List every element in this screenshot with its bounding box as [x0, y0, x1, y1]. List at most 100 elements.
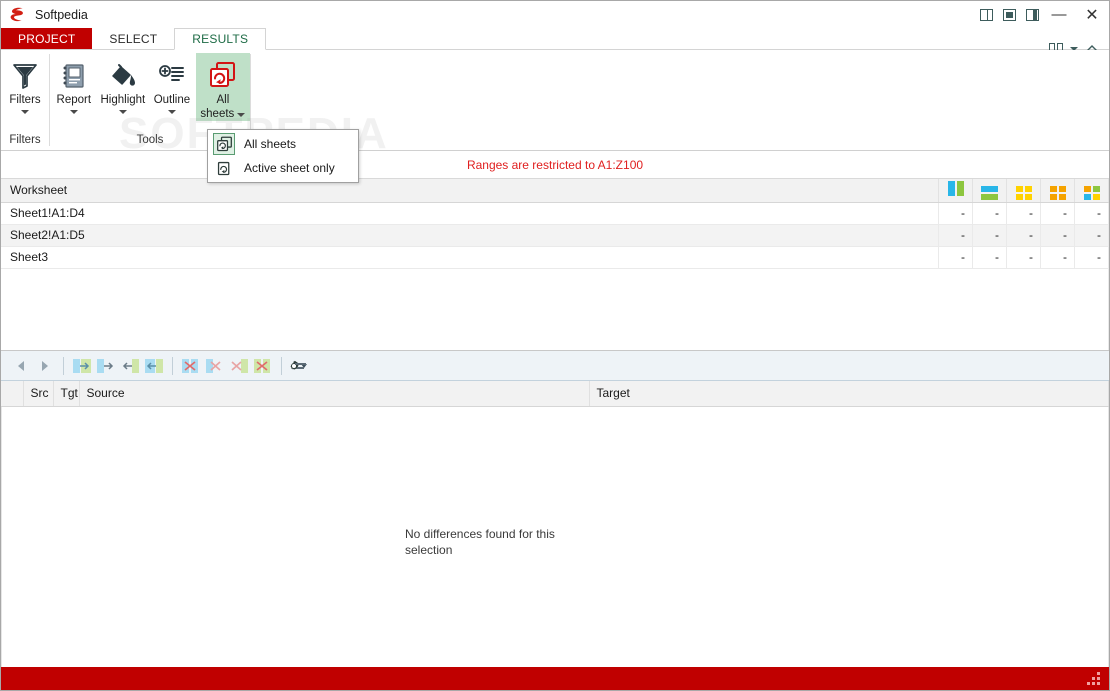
swatch-two-rows-icon [981, 185, 998, 200]
all-sheets-dropdown-menu: All sheets Active sheet only [207, 129, 359, 183]
all-sheets-icon [213, 133, 235, 155]
resize-grip-icon[interactable] [1087, 672, 1100, 685]
cell-value: - [1040, 246, 1075, 269]
column-header-indicator[interactable] [1, 381, 24, 407]
ribbon-button-report[interactable]: Report [50, 53, 98, 114]
chevron-down-icon[interactable] [21, 110, 29, 114]
swatch-grid-orange-icon [1049, 185, 1066, 200]
table-row[interactable]: Sheet3 - - - - - [1, 246, 1109, 269]
copy-to-target-all-button[interactable] [70, 354, 94, 378]
column-header-grid-orange[interactable] [1040, 179, 1075, 203]
swatch-two-bars-icon [947, 181, 964, 197]
column-header-grid-mixed[interactable] [1074, 179, 1109, 203]
cell-value: - [1074, 224, 1109, 247]
chevron-down-icon[interactable] [69, 110, 78, 114]
table-row[interactable]: Sheet1!A1:D4 - - - - - [1, 202, 1109, 225]
differences-panel: Src Tgt Source Target No differences fou… [1, 381, 1109, 667]
ignore-target-all-button[interactable] [179, 354, 203, 378]
menu-item-all-sheets[interactable]: All sheets [208, 132, 358, 156]
cell-worksheet: Sheet3 [1, 246, 939, 269]
ribbon-label-all-sheets-line1: All [216, 94, 230, 106]
nav-next-button[interactable] [33, 354, 57, 378]
nav-previous-button[interactable] [9, 354, 33, 378]
diff-toolbar [1, 351, 1109, 381]
cell-value: - [1074, 202, 1109, 225]
paint-bucket-icon [108, 59, 138, 93]
toolbar-divider [281, 356, 282, 375]
worksheet-table: Worksheet Sheet1!A1:D4 - - - - - Sheet2!… [1, 179, 1109, 269]
tab-select[interactable]: SELECT [92, 28, 174, 49]
ribbon-label-report: Report [56, 94, 92, 106]
cell-value: - [1006, 202, 1041, 225]
worksheet-table-empty-area [1, 268, 1109, 350]
minimize-button[interactable]: — [1047, 1, 1071, 28]
notice-bar: Ranges are restricted to A1:Z100 [1, 151, 1109, 179]
cell-value: - [1074, 246, 1109, 269]
cell-value: - [938, 246, 973, 269]
tab-project[interactable]: PROJECT [1, 28, 93, 49]
chevron-down-icon[interactable] [167, 110, 176, 114]
layout-right-icon[interactable] [1024, 1, 1041, 28]
worksheet-panel: Worksheet Sheet1!A1:D4 - - - - - Sheet2!… [1, 179, 1109, 351]
copy-to-source-all-button[interactable] [142, 354, 166, 378]
column-header-target[interactable]: Target [589, 381, 1109, 407]
cell-value: - [972, 246, 1007, 269]
cell-value: - [1040, 224, 1075, 247]
chevron-down-icon[interactable] [237, 112, 246, 117]
ribbon-button-filters[interactable]: Filters [1, 53, 49, 114]
ribbon-label-all-sheets-text2: sheets [200, 108, 235, 120]
differences-table-header-row: Src Tgt Source Target [1, 381, 1109, 407]
ribbon: Filters Filters Report Highlight Outline… [1, 50, 1109, 151]
layout-center-icon[interactable] [1001, 1, 1018, 28]
toolbar-divider [63, 356, 64, 375]
cell-value: - [1040, 202, 1075, 225]
cell-value: - [1006, 224, 1041, 247]
ribbon-button-highlight[interactable]: Highlight [98, 53, 148, 114]
cell-value-highlighted: - [938, 224, 973, 247]
range-restriction-notice: Ranges are restricted to A1:Z100 [466, 157, 644, 172]
cell-value: - [1006, 246, 1041, 269]
softpedia-s-logo-icon [9, 6, 26, 23]
menu-item-active-sheet-only[interactable]: Active sheet only [208, 156, 358, 180]
ignore-source-all-button[interactable] [251, 354, 275, 378]
cell-value: - [938, 202, 973, 225]
column-header-worksheet[interactable]: Worksheet [1, 179, 939, 203]
window-controls: — ✕ [978, 1, 1109, 28]
chevron-down-icon[interactable] [118, 110, 127, 114]
table-row[interactable]: Sheet2!A1:D5 - - - - - [1, 224, 1109, 247]
swatch-grid-yellow-icon [1015, 185, 1032, 200]
column-header-tgt[interactable]: Tgt [53, 381, 80, 407]
ribbon-label-all-sheets-line2: sheets [200, 108, 246, 121]
close-button[interactable]: ✕ [1077, 1, 1107, 28]
ignore-source-button[interactable] [227, 354, 251, 378]
ignore-target-button[interactable] [203, 354, 227, 378]
differences-table-body: No differences found for this selection [1, 406, 1109, 667]
toolbar-divider [172, 356, 173, 375]
ribbon-label-highlight: Highlight [100, 94, 146, 106]
column-header-sideby[interactable] [938, 179, 973, 203]
worksheet-table-header-row: Worksheet [1, 179, 1109, 203]
empty-state-message: No differences found for this selection [405, 526, 555, 557]
ribbon-button-all-sheets[interactable]: All sheets [195, 53, 250, 121]
ribbon-group-filters: Filters Filters [1, 50, 49, 150]
differences-table: Src Tgt Source Target [1, 381, 1109, 407]
column-header-src[interactable]: Src [23, 381, 54, 407]
application-window: Softpedia — ✕ PROJECT SELECT RESULTS Fil… [0, 0, 1110, 691]
layout-split-icon[interactable] [978, 1, 995, 28]
all-sheets-icon [207, 59, 239, 93]
tab-results[interactable]: RESULTS [174, 28, 267, 50]
menu-item-label-active-sheet-only: Active sheet only [244, 161, 335, 175]
copy-to-target-button[interactable] [94, 354, 118, 378]
cell-value: - [972, 224, 1007, 247]
column-header-source[interactable]: Source [79, 381, 590, 407]
column-header-stacked[interactable] [972, 179, 1007, 203]
copy-to-source-button[interactable] [118, 354, 142, 378]
status-bar [1, 667, 1109, 690]
collapse-handle-icon[interactable] [295, 363, 306, 371]
menu-item-label-all-sheets: All sheets [244, 137, 297, 151]
ribbon-group-label-filters: Filters [9, 134, 41, 146]
window-title: Softpedia [35, 7, 88, 22]
column-header-grid-yellow[interactable] [1006, 179, 1041, 203]
ribbon-button-outline[interactable]: Outline [148, 53, 196, 114]
swatch-grid-mixed-icon [1083, 185, 1100, 200]
